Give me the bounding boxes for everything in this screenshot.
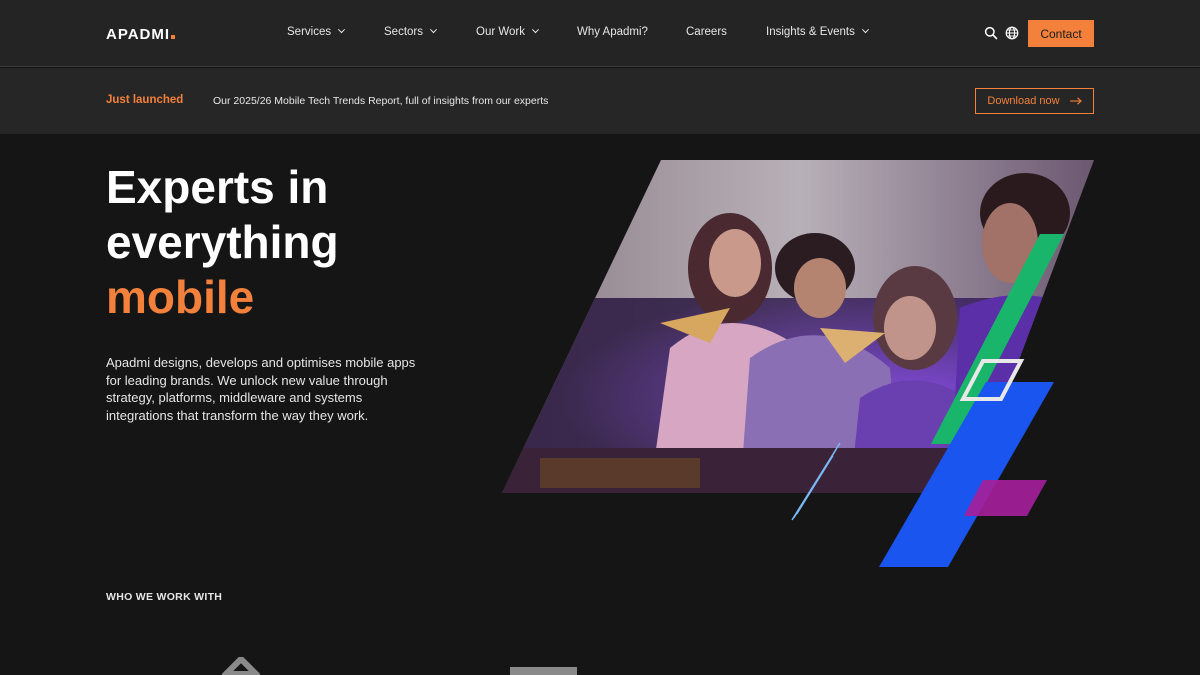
chevron-down-icon — [861, 26, 869, 34]
search-icon[interactable] — [984, 26, 998, 40]
download-now-button[interactable]: Download now — [975, 88, 1094, 114]
client-logo — [510, 667, 577, 675]
chevron-down-icon — [531, 26, 540, 34]
nav-item-insights-events[interactable]: Insights & Events — [766, 26, 869, 38]
nav-item-services[interactable]: Services — [287, 26, 346, 38]
arrow-right-icon — [1069, 97, 1082, 105]
hero-title-accent: mobile — [106, 271, 255, 323]
contact-button[interactable]: Contact — [1028, 20, 1094, 47]
nav-item-why-apadmi[interactable]: Why Apadmi? — [577, 26, 648, 38]
client-logo — [222, 657, 260, 675]
chevron-down-icon — [338, 26, 346, 34]
nav-item-our-work[interactable]: Our Work — [476, 26, 540, 38]
chevron-down-icon — [429, 26, 438, 34]
main-nav: Services Sectors Our Work Why Apadmi? Ca… — [0, 0, 1200, 67]
banner-text: Our 2025/26 Mobile Tech Trends Report, f… — [213, 95, 549, 107]
hero-title: Experts in everything mobile — [106, 160, 486, 325]
site-header: APADMI Services Sectors Our Work Why Apa… — [0, 0, 1200, 67]
hero-description: Apadmi designs, develops and optimises m… — [106, 355, 416, 423]
nav-item-careers[interactable]: Careers — [686, 26, 727, 38]
globe-icon[interactable] — [1005, 26, 1019, 40]
banner-tag: Just launched — [106, 94, 184, 106]
nav-item-sectors[interactable]: Sectors — [384, 26, 438, 38]
clients-heading: WHO WE WORK WITH — [106, 591, 223, 603]
hero-image — [502, 160, 1094, 567]
